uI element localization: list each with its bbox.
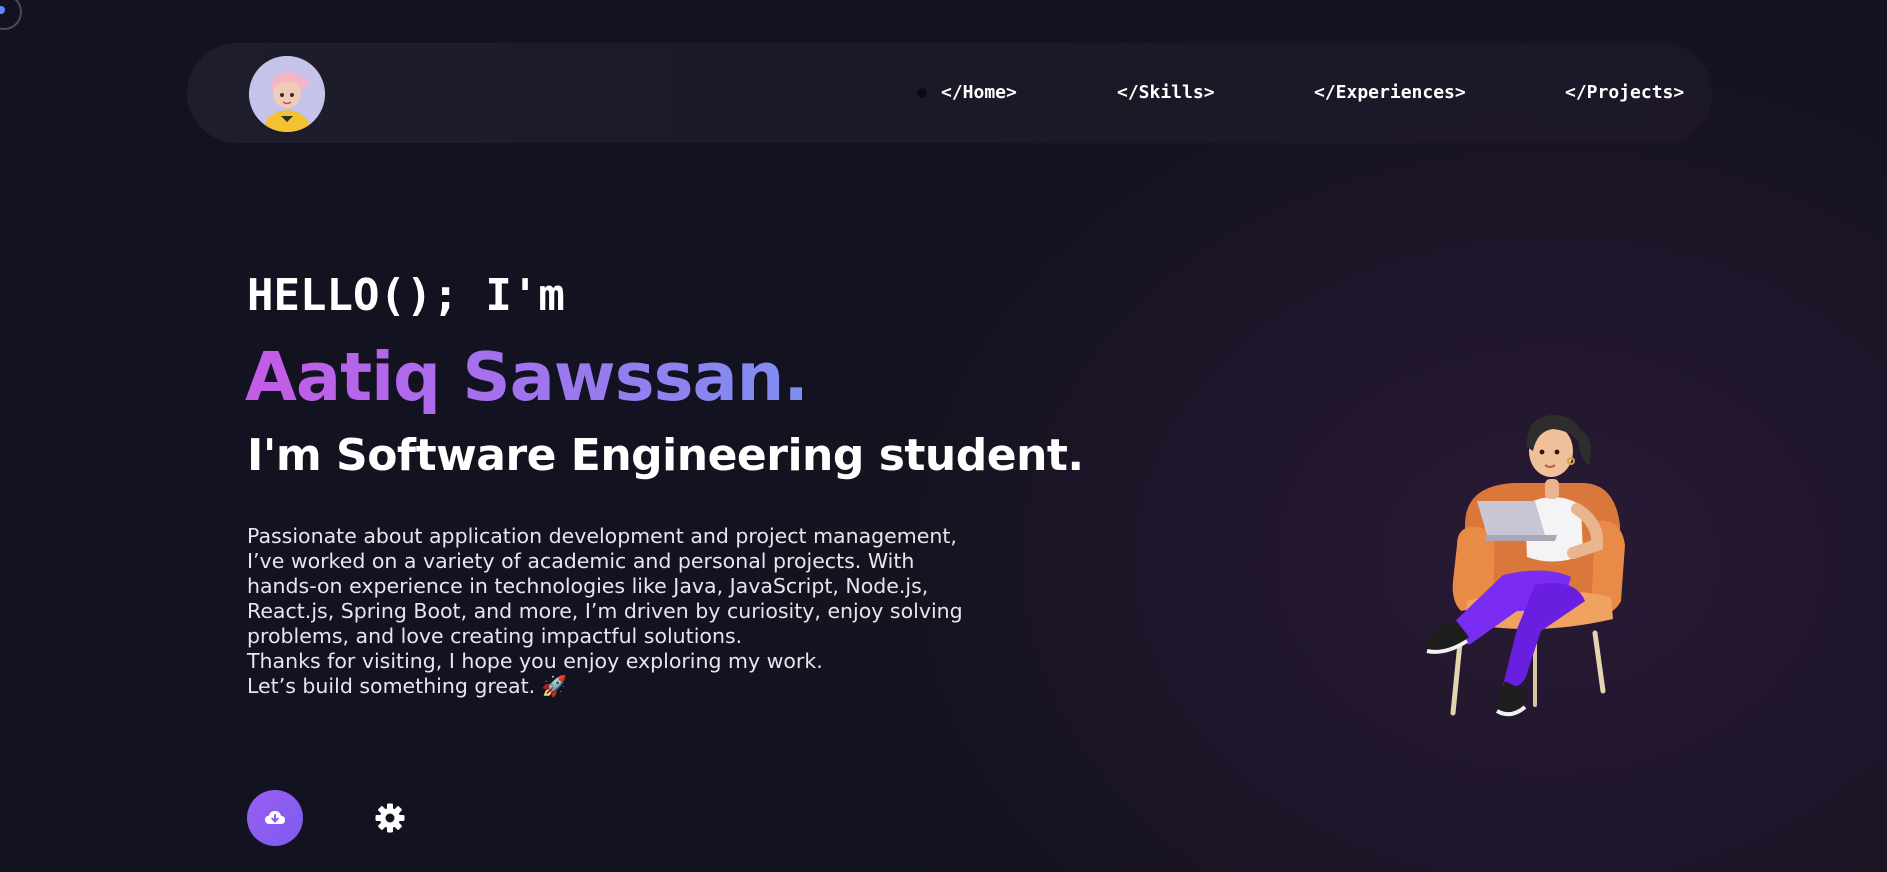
hero-illustration: [1385, 405, 1670, 735]
hero-greeting: HELLO(); I'm: [247, 270, 565, 321]
download-cv-button[interactable]: [247, 790, 303, 846]
nav-projects-link[interactable]: </Projects>: [1565, 82, 1684, 103]
gear-icon: [375, 803, 405, 833]
settings-button[interactable]: [370, 798, 410, 838]
cursor-ring: [0, 0, 22, 30]
bio-thanks: Thanks for visiting, I hope you enjoy ex…: [247, 649, 823, 673]
hero-name: Aatiq Sawssan.: [245, 338, 809, 416]
avatar-illustration: [249, 56, 325, 132]
hero-role: I'm Software Engineering student.: [247, 430, 1084, 481]
nav-experiences-link[interactable]: </Experiences>: [1314, 82, 1466, 103]
hero-bio: Passionate about application development…: [247, 524, 967, 699]
bio-paragraph: Passionate about application development…: [247, 524, 963, 648]
cloud-download-icon: [265, 811, 285, 824]
nav-home-link[interactable]: </Home>: [941, 82, 1017, 103]
avatar[interactable]: [249, 56, 325, 132]
bio-closing: Let’s build something great. 🚀: [247, 674, 568, 698]
nav-active-indicator: [917, 88, 927, 98]
nav-skills-link[interactable]: </Skills>: [1117, 82, 1215, 103]
